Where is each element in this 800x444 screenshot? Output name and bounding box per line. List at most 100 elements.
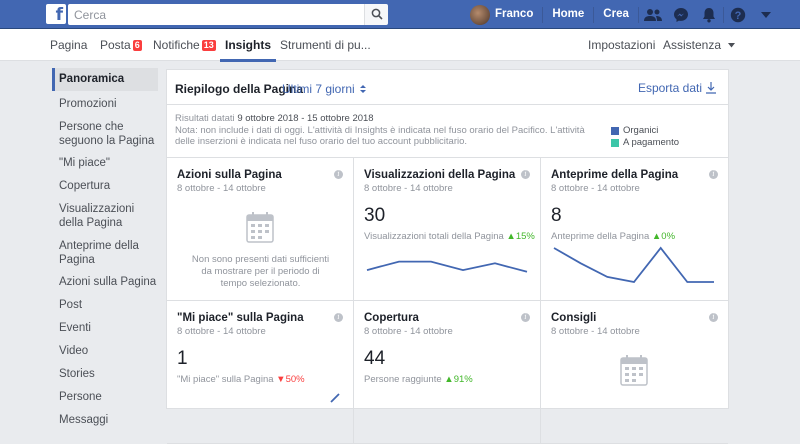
inbox-count-badge: 6 <box>132 40 142 51</box>
empty-data-message: Non sono presenti dati sufficienti da mo… <box>191 254 330 289</box>
metric-value: 44 <box>364 348 386 369</box>
metric-label: "Mi piace" sulla Pagina <box>177 374 274 385</box>
notifications-icon[interactable] <box>695 0 723 29</box>
sidebar-item-overview[interactable]: Panoramica <box>52 68 158 91</box>
card-title: Visualizzazioni della Pagina <box>364 169 516 181</box>
legend-swatch <box>611 139 619 147</box>
legend-paid: A pagamento <box>611 137 679 149</box>
tab-label: Strumenti di pu... <box>280 38 371 52</box>
results-prefix: Risultati datati <box>175 113 238 124</box>
info-icon[interactable]: i <box>521 170 530 179</box>
search-icon <box>371 8 383 20</box>
panel-header: Riepilogo della Pagina Ultimi 7 giorni E… <box>167 70 728 105</box>
page-nav: Pagina Posta 6 Notifiche 13 Insights Strum… <box>0 29 800 62</box>
sidebar-item-posts[interactable]: Post <box>52 295 158 315</box>
tab-label: Posta <box>100 38 131 52</box>
export-data-button[interactable]: Esporta dati <box>638 81 716 95</box>
export-label: Esporta dati <box>637 81 702 95</box>
user-avatar[interactable] <box>470 4 490 25</box>
metric-change: 15% <box>515 231 535 242</box>
facebook-logo-icon[interactable]: f <box>46 4 66 24</box>
card-title: "Mi piace" sulla Pagina <box>177 312 304 324</box>
help-icon[interactable]: ? <box>724 0 752 29</box>
results-summary: Risultati datati 9 ottobre 2018 - 15 ott… <box>167 105 728 156</box>
notifications-count-badge: 13 <box>201 40 216 51</box>
info-icon[interactable]: i <box>334 170 343 179</box>
trend-up-icon: ▲ <box>506 231 516 242</box>
sidebar-item-promotions[interactable]: Promozioni <box>52 94 158 114</box>
tab-label: Notifiche <box>153 38 200 52</box>
tab-publishing-tools[interactable]: Strumenti di pu... <box>280 29 371 61</box>
tab-help[interactable]: Assistenza <box>663 29 736 61</box>
sidebar-item-stories[interactable]: Stories <box>52 364 158 384</box>
metric-change: 0% <box>661 231 676 242</box>
card-page-likes[interactable]: "Mi piace" sulla Pagina 8 ottobre - 14 o… <box>167 301 354 444</box>
page-views-sparkline <box>366 260 528 273</box>
metric-value: 1 <box>177 348 188 369</box>
period-label: Ultimi 7 giorni <box>282 82 355 96</box>
search-button[interactable] <box>364 4 388 25</box>
sidebar-item-videos[interactable]: Video <box>52 341 158 361</box>
sidebar-item-page-views[interactable]: Visualizzazioni della Pagina <box>52 199 158 233</box>
tab-notifications[interactable]: Notifiche 13 <box>153 29 216 61</box>
card-date: 8 ottobre - 14 ottobre <box>551 326 640 337</box>
info-icon[interactable]: i <box>709 170 718 179</box>
metric-caption: Visualizzazioni totali della Pagina ▲15% <box>364 231 535 242</box>
card-date: 8 ottobre - 14 ottobre <box>177 183 266 194</box>
tab-inbox[interactable]: Posta 6 <box>100 29 142 61</box>
search-input[interactable] <box>68 4 364 25</box>
results-dates: Risultati datati 9 ottobre 2018 - 15 ott… <box>175 113 595 125</box>
dropdown-icon[interactable] <box>752 0 780 29</box>
sidebar-item-messages[interactable]: Messaggi <box>52 410 158 430</box>
sort-arrows-icon <box>360 85 367 93</box>
trend-up-icon: ▲ <box>444 374 454 385</box>
chevron-down-icon <box>728 43 736 48</box>
sidebar-item-page-actions[interactable]: Azioni sulla Pagina <box>52 272 158 292</box>
info-icon[interactable]: i <box>709 313 718 322</box>
card-title: Anteprime della Pagina <box>551 169 679 181</box>
results-range: 9 ottobre 2018 - 15 ottobre 2018 <box>237 113 374 124</box>
profile-link[interactable]: Franco <box>495 0 542 29</box>
card-page-actions[interactable]: Azioni sulla Pagina 8 ottobre - 14 ottob… <box>167 158 354 301</box>
sidebar-item-people[interactable]: Persone <box>52 387 158 407</box>
metric-label: Anteprime della Pagina <box>551 231 650 242</box>
tab-label: Impostazioni <box>588 38 656 52</box>
sparkline-path <box>366 260 528 273</box>
metric-value: 30 <box>364 205 386 226</box>
tab-insights[interactable]: Insights <box>219 29 277 62</box>
legend-label: Organici <box>623 125 659 137</box>
tab-label: Assistenza <box>663 38 722 52</box>
tab-page[interactable]: Pagina <box>50 29 87 61</box>
metric-change: 91% <box>453 374 473 385</box>
page-previews-sparkline <box>553 246 714 283</box>
sidebar-item-followers[interactable]: Persone che seguono la Pagina <box>52 117 158 151</box>
sparkline-path <box>553 246 714 283</box>
top-bar: f Franco Home Crea ? <box>0 0 800 29</box>
svg-text:?: ? <box>735 10 742 22</box>
messenger-icon[interactable] <box>667 0 695 29</box>
home-link[interactable]: Home <box>543 0 593 29</box>
card-reach[interactable]: Copertura 8 ottobre - 14 ottobre i 44 Pe… <box>354 301 541 444</box>
metric-caption: Anteprime della Pagina ▲0% <box>551 231 675 242</box>
create-link[interactable]: Crea <box>594 0 638 29</box>
tab-settings[interactable]: Impostazioni <box>588 29 655 61</box>
info-icon[interactable]: i <box>334 313 343 322</box>
card-page-previews[interactable]: Anteprime della Pagina 8 ottobre - 14 ot… <box>541 158 728 301</box>
info-icon[interactable]: i <box>521 313 530 322</box>
sidebar-item-events[interactable]: Eventi <box>52 318 158 338</box>
friends-icon[interactable] <box>639 0 667 29</box>
sidebar-item-page-previews[interactable]: Anteprime della Pagina <box>52 236 158 270</box>
card-recommendations[interactable]: Consigli 8 ottobre - 14 ottobre i <box>541 301 728 444</box>
metric-label: Visualizzazioni totali della Pagina <box>364 231 504 242</box>
tab-label: Insights <box>225 38 272 52</box>
trend-down-icon: ▼ <box>276 374 286 385</box>
metric-caption: Persone raggiunte ▲91% <box>364 374 473 385</box>
card-page-views[interactable]: Visualizzazioni della Pagina 8 ottobre -… <box>354 158 541 301</box>
calendar-icon <box>246 212 274 243</box>
period-selector[interactable]: Ultimi 7 giorni <box>282 82 367 96</box>
card-date: 8 ottobre - 14 ottobre <box>551 183 640 194</box>
sidebar-item-likes[interactable]: "Mi piace" <box>52 153 158 173</box>
sidebar-item-reach[interactable]: Copertura <box>52 176 158 196</box>
metric-label: Persone raggiunte <box>364 374 442 385</box>
card-date: 8 ottobre - 14 ottobre <box>364 183 453 194</box>
